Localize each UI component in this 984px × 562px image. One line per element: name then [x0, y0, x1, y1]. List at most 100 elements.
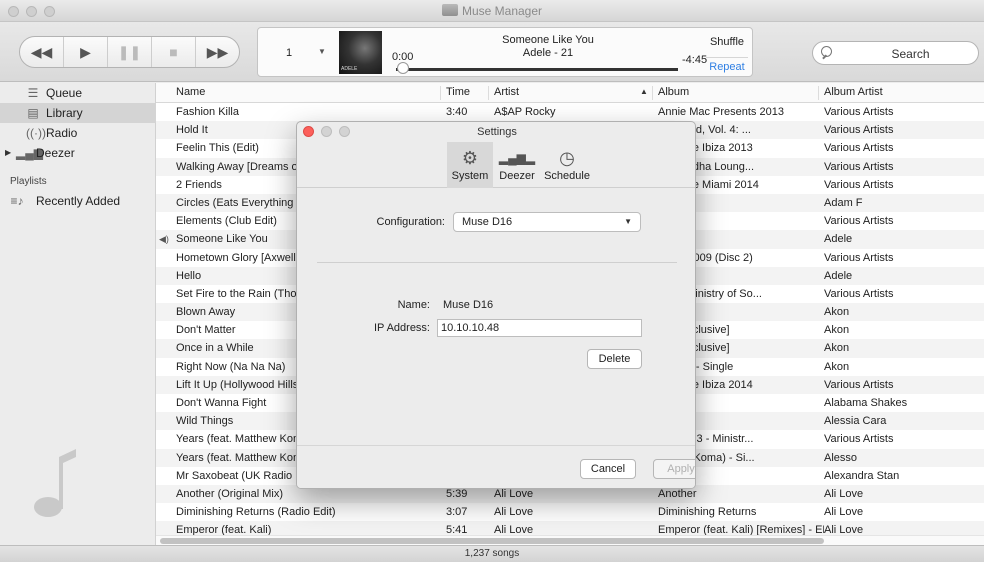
configuration-select[interactable]: Muse D16 ▼ — [453, 212, 641, 232]
cell-album-artist: Alexandra Stan — [824, 469, 900, 482]
cell-album-artist: Adam F — [824, 196, 863, 209]
cell-album-artist: Akon — [824, 342, 850, 355]
configuration-value: Muse D16 — [462, 216, 513, 228]
window-title-text: Muse Manager — [461, 4, 543, 18]
cell-album-artist: Akon — [824, 360, 850, 373]
now-playing-title: Someone Like You — [502, 34, 594, 46]
list-icon: ☰ — [27, 86, 39, 100]
cell-album-artist: Various Artists — [824, 251, 894, 264]
cell-album-artist: Various Artists — [824, 433, 894, 446]
sidebar-item-library[interactable]: ▤ Library — [0, 103, 156, 123]
zone-select[interactable]: 1 — [286, 47, 292, 59]
column-divider[interactable] — [440, 86, 441, 100]
cell-album-artist: Various Artists — [824, 106, 894, 118]
chevron-down-icon[interactable]: ▼ — [318, 47, 326, 56]
pause-icon: ❚❚ — [117, 43, 142, 60]
cell-album-artist: Various Artists — [824, 287, 894, 300]
cell-album-artist: Akon — [824, 324, 850, 337]
chevron-down-icon: ▼ — [624, 217, 632, 226]
table-row[interactable]: Diminishing Returns (Radio Edit) 3:07 Ali … — [156, 503, 984, 521]
previous-button[interactable]: ◀◀ — [20, 37, 64, 67]
play-icon: ▶ — [80, 43, 91, 60]
sidebar-item-queue[interactable]: ☰ Queue — [0, 83, 156, 103]
cell-album-artist: Various Artists — [824, 142, 894, 155]
play-button[interactable]: ▶ — [64, 37, 108, 67]
cell-album-artist: Ali Love — [824, 487, 864, 500]
speaker-icon: ◀) — [159, 234, 169, 245]
column-header-name[interactable]: Name — [176, 86, 205, 98]
tab-deezer[interactable]: ▂▄▆▂ Deezer — [494, 142, 540, 188]
tab-label: System — [451, 170, 489, 182]
progress-knob[interactable] — [397, 62, 409, 74]
tab-label: Schedule — [544, 170, 590, 182]
column-header-album-artist[interactable]: Album Artist — [824, 86, 883, 98]
playlist-icon: ≡♪ — [10, 194, 24, 208]
gears-icon: ⚙ — [461, 148, 479, 168]
cell-album-artist: Alesso — [824, 451, 858, 464]
table-row[interactable]: Fashion Killa 3:40 A$AP Rocky Annie Mac Pre… — [156, 103, 984, 121]
playlists-heading: Playlists — [10, 176, 47, 187]
cell-artist: A$AP Rocky — [494, 106, 556, 118]
cell-album-artist: Alessia Cara — [824, 415, 887, 428]
ip-address-label: IP Address: — [373, 322, 430, 334]
status-bar: 1,237 songs — [0, 545, 984, 562]
column-divider[interactable] — [652, 86, 653, 100]
column-header-album[interactable]: Album — [658, 86, 689, 98]
fast-forward-icon: ▶▶ — [206, 43, 229, 60]
cell-album-artist: Akon — [824, 306, 850, 319]
cell-album-artist: Adele — [824, 269, 853, 282]
column-divider[interactable] — [818, 86, 819, 100]
cell-name: Fashion Killa — [176, 106, 239, 118]
cancel-button[interactable]: Cancel — [580, 459, 636, 479]
cell-album-artist: Various Artists — [824, 178, 894, 191]
cell-album-artist: Various Artists — [824, 124, 894, 137]
pause-button[interactable]: ❚❚ — [108, 37, 152, 67]
settings-body: Configuration: Muse D16 ▼ Name: Muse D16… — [297, 189, 695, 488]
window-title: Muse Manager — [0, 4, 984, 18]
tab-system[interactable]: ⚙ System — [447, 142, 493, 188]
album-art-text: ADELE — [341, 66, 358, 72]
radio-icon: ((·)) — [26, 126, 46, 140]
horizontal-scrollbar[interactable] — [156, 535, 984, 545]
album-art: ADELE — [339, 31, 382, 74]
ip-address-field[interactable]: 10.10.10.48 — [437, 319, 642, 337]
cell-time: 3:07 — [446, 506, 468, 519]
disclosure-triangle-icon[interactable]: ▶ — [5, 143, 11, 163]
search-field[interactable]: Search — [812, 41, 979, 65]
sidebar-item-recently-added[interactable]: ≡♪ Recently Added — [0, 191, 156, 211]
delete-button[interactable]: Delete — [587, 349, 642, 369]
cell-album-artist: Adele — [824, 233, 853, 246]
repeat-button[interactable]: Repeat — [706, 57, 748, 73]
stop-button[interactable]: ■ — [152, 37, 196, 67]
next-button[interactable]: ▶▶ — [196, 37, 239, 67]
sidebar-item-label: Library — [46, 106, 83, 120]
cell-album: Diminishing Returns — [658, 506, 757, 519]
app-icon — [441, 4, 458, 16]
stop-icon: ■ — [169, 44, 178, 60]
sidebar-item-radio[interactable]: ((·)) Radio — [0, 123, 156, 143]
now-playing-display: 1 ▼ ADELE 0:00 Someone Like You Adele - … — [257, 27, 753, 77]
sidebar-item-deezer[interactable]: ▶ ▂▄▆ Deezer — [0, 143, 156, 163]
music-note-icon — [34, 449, 76, 517]
cell-album-artist: Alabama Shakes — [824, 397, 908, 409]
apply-button[interactable]: Apply — [653, 459, 695, 479]
dialog-title-bar: Settings — [297, 122, 695, 142]
table-header: Name Time Artist ▲ Album Album Artist — [156, 83, 984, 103]
configuration-label: Configuration: — [376, 216, 446, 228]
cell-artist: Ali Love — [494, 506, 534, 519]
shuffle-button[interactable]: Shuffle — [706, 36, 748, 48]
column-divider[interactable] — [488, 86, 489, 100]
rewind-icon: ◀◀ — [30, 43, 53, 60]
title-bar: Muse Manager — [0, 0, 984, 22]
column-header-time[interactable]: Time — [446, 86, 470, 98]
remaining-time: -4:45 — [682, 54, 708, 66]
tab-schedule[interactable]: ◷ Schedule — [541, 142, 593, 188]
progress-bar[interactable] — [396, 68, 678, 71]
transport-controls: ◀◀ ▶ ❚❚ ■ ▶▶ — [19, 36, 240, 68]
column-header-artist[interactable]: Artist — [494, 86, 519, 98]
sort-ascending-icon: ▲ — [640, 87, 648, 96]
cell-album-artist: Various Artists — [824, 215, 894, 228]
scrollbar-thumb[interactable] — [160, 538, 824, 544]
deezer-icon: ▂▄▆▂ — [498, 151, 536, 165]
sidebar-item-label: Radio — [46, 126, 78, 140]
